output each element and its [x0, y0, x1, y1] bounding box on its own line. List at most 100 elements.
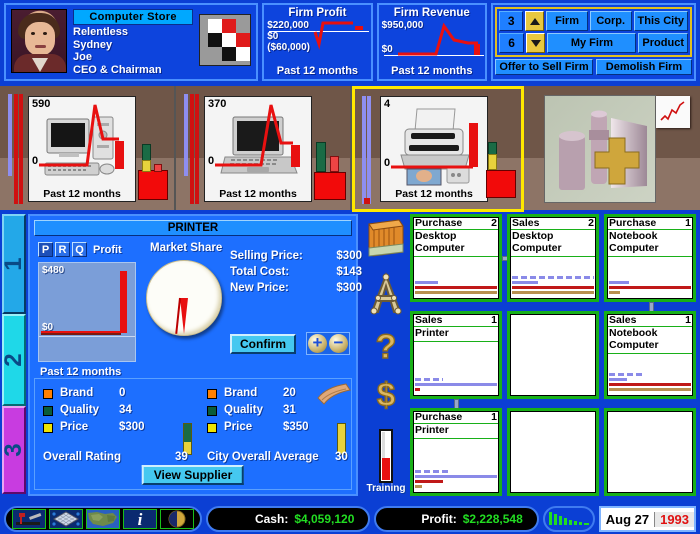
confirm-button[interactable]: Confirm [230, 333, 296, 354]
operation-card-empty[interactable] [507, 311, 599, 399]
demolish-firm-button[interactable]: Demolish Firm [596, 59, 692, 75]
price-controls: Confirm + − [230, 332, 350, 355]
card-slot-1[interactable]: Purchase 2 Desktop Computer [410, 214, 502, 302]
operation-card[interactable]: Sales 2 Desktop Computer [507, 214, 599, 302]
offer-to-sell-firm-button[interactable]: Offer to Sell Firm [495, 59, 593, 75]
firm-revenue-chart[interactable]: Firm Revenue $950,000 $0 Past 12 months [376, 3, 487, 81]
card-slot-2[interactable]: Sales 2 Desktop Computer [507, 214, 599, 302]
side-icon-column: ? $ Training [362, 214, 410, 498]
clock-icon[interactable] [160, 509, 194, 529]
this-city-button[interactable]: This City [633, 11, 688, 31]
firm-revenue-footer: Past 12 months [391, 65, 473, 77]
operation-card[interactable]: Sales 1 Notebook Computer [604, 311, 696, 399]
svg-text:i: i [138, 510, 143, 528]
shelf-box-red [486, 170, 516, 198]
card-slot-7[interactable]: Purchase 1 Printer [410, 408, 502, 496]
price-decrease-button[interactable]: − [329, 334, 348, 353]
price-increase-button[interactable]: + [308, 334, 327, 353]
operation-card[interactable]: Purchase 1 Printer [410, 408, 502, 496]
shelf-slot-notebook-computer[interactable]: 370 0 Past 12 months [176, 86, 352, 212]
floor-tab-2[interactable]: 2 [0, 314, 27, 406]
our-quality-label: Quality [60, 404, 99, 416]
market-share-pie-chart[interactable] [146, 260, 222, 336]
info-icon[interactable]: i [123, 509, 157, 529]
printer-profit-chart[interactable]: $480 $0 [38, 262, 136, 362]
card-bars [609, 281, 691, 296]
card-qty: 2 [588, 217, 594, 229]
card-qty: 1 [685, 217, 691, 229]
printer-zero: 0 [384, 157, 391, 169]
view-supplier-button[interactable]: View Supplier [141, 465, 245, 485]
profit-display: Profit: $2,228,548 [374, 506, 539, 532]
card-type: Purchase [415, 217, 463, 229]
firm-profit-chart[interactable]: Firm Profit $220,000 $0 ($60,000) Past 1… [262, 3, 373, 81]
card-type: Sales [609, 314, 637, 326]
cash-label: Cash: [254, 512, 289, 526]
new-price-label: New Price: [230, 282, 289, 294]
quality-swatch-icon [43, 405, 53, 416]
question-mark-icon[interactable]: ? [362, 326, 410, 373]
level-down-button[interactable] [526, 33, 546, 53]
firm-button[interactable]: Firm [546, 11, 588, 31]
map-grid-icon[interactable] [49, 509, 83, 529]
operation-card[interactable]: Purchase 2 Desktop Computer [410, 214, 502, 302]
card-line2: Computer [609, 339, 659, 351]
total-cost-value: $143 [336, 266, 362, 278]
our-quality-row: Quality 34 [43, 402, 201, 419]
prq-toggle-group: P R Q Profit [38, 242, 122, 257]
avatar [11, 9, 67, 73]
card-slot-6[interactable]: Sales 1 Notebook Computer [604, 311, 696, 399]
card-slot-8[interactable] [507, 408, 599, 496]
my-firm-button[interactable]: My Firm [547, 33, 637, 53]
shelf-tubes-icon [358, 94, 374, 204]
level-up-button[interactable] [525, 11, 545, 31]
corp-button[interactable]: Corp. [589, 11, 632, 31]
card-slot-3[interactable]: Purchase 1 Notebook Computer [604, 214, 696, 302]
card-slot-9[interactable] [604, 408, 696, 496]
prq-button-r[interactable]: R [55, 242, 70, 257]
card-slot-5[interactable] [507, 311, 599, 399]
quality-swatch-icon [207, 405, 217, 416]
speed-indicator[interactable] [542, 506, 595, 532]
shelf-bar-red [330, 156, 339, 172]
printer-chart[interactable]: 4 0 Past 12 months [380, 96, 488, 202]
floor-tabs: 1 2 3 [0, 214, 27, 498]
shelf-slot-printer[interactable]: 4 0 Past 12 months [352, 86, 524, 212]
product-button[interactable]: Product [638, 33, 688, 53]
operation-card-empty[interactable] [604, 408, 696, 496]
world-map-icon[interactable] [86, 509, 120, 529]
panel-upper-section: P R Q Profit $480 $0 Past 12 months Mark… [34, 240, 362, 405]
card-slot-4[interactable]: Sales 1 Printer [410, 311, 502, 399]
selling-price-row: Selling Price: $300 [230, 248, 362, 264]
card-line2: Computer [415, 242, 465, 254]
price-stepper: + − [306, 332, 350, 355]
dollar-sign-icon[interactable]: $ [362, 374, 410, 421]
firm-profile-panel[interactable]: Computer Store Relentless Sydney Joe CEO… [4, 3, 259, 81]
market-share-label: Market Share [150, 242, 223, 254]
level-number-bottom: 6 [499, 33, 525, 53]
operation-card[interactable]: Purchase 1 Notebook Computer [604, 214, 696, 302]
date-display[interactable]: Aug 27 1993 [598, 506, 697, 532]
card-type: Sales [415, 314, 443, 326]
notebook-computer-chart[interactable]: 370 0 Past 12 months [204, 96, 312, 202]
blueprint-a-icon[interactable] [362, 272, 410, 321]
books-icon[interactable] [362, 218, 410, 263]
top-header-bar: Computer Store Relentless Sydney Joe CEO… [0, 0, 700, 84]
shelf-bar-yellow [488, 154, 497, 170]
thermometer-icon[interactable] [362, 428, 410, 489]
tools-icon[interactable] [12, 509, 46, 529]
desktop-computer-chart[interactable]: 590 0 Past 12 months [28, 96, 136, 202]
prq-button-p[interactable]: P [38, 242, 53, 257]
shelf-bar-red [154, 164, 162, 172]
floor-tab-3-label: 3 [0, 443, 27, 457]
floor-tab-3[interactable]: 3 [0, 406, 27, 494]
operation-card[interactable]: Sales 1 Printer [410, 311, 502, 399]
desktop-computer-footer: Past 12 months [43, 188, 121, 200]
operation-card-empty[interactable] [507, 408, 599, 496]
profile-info: Computer Store Relentless Sydney Joe CEO… [73, 9, 194, 76]
shelf-slot-display-case[interactable] [524, 86, 698, 212]
floor-tab-1[interactable]: 1 [0, 214, 27, 314]
selling-price-value: $300 [336, 250, 362, 262]
prq-button-q[interactable]: Q [72, 242, 87, 257]
shelf-slot-desktop-computer[interactable]: 590 0 Past 12 months [0, 86, 176, 212]
